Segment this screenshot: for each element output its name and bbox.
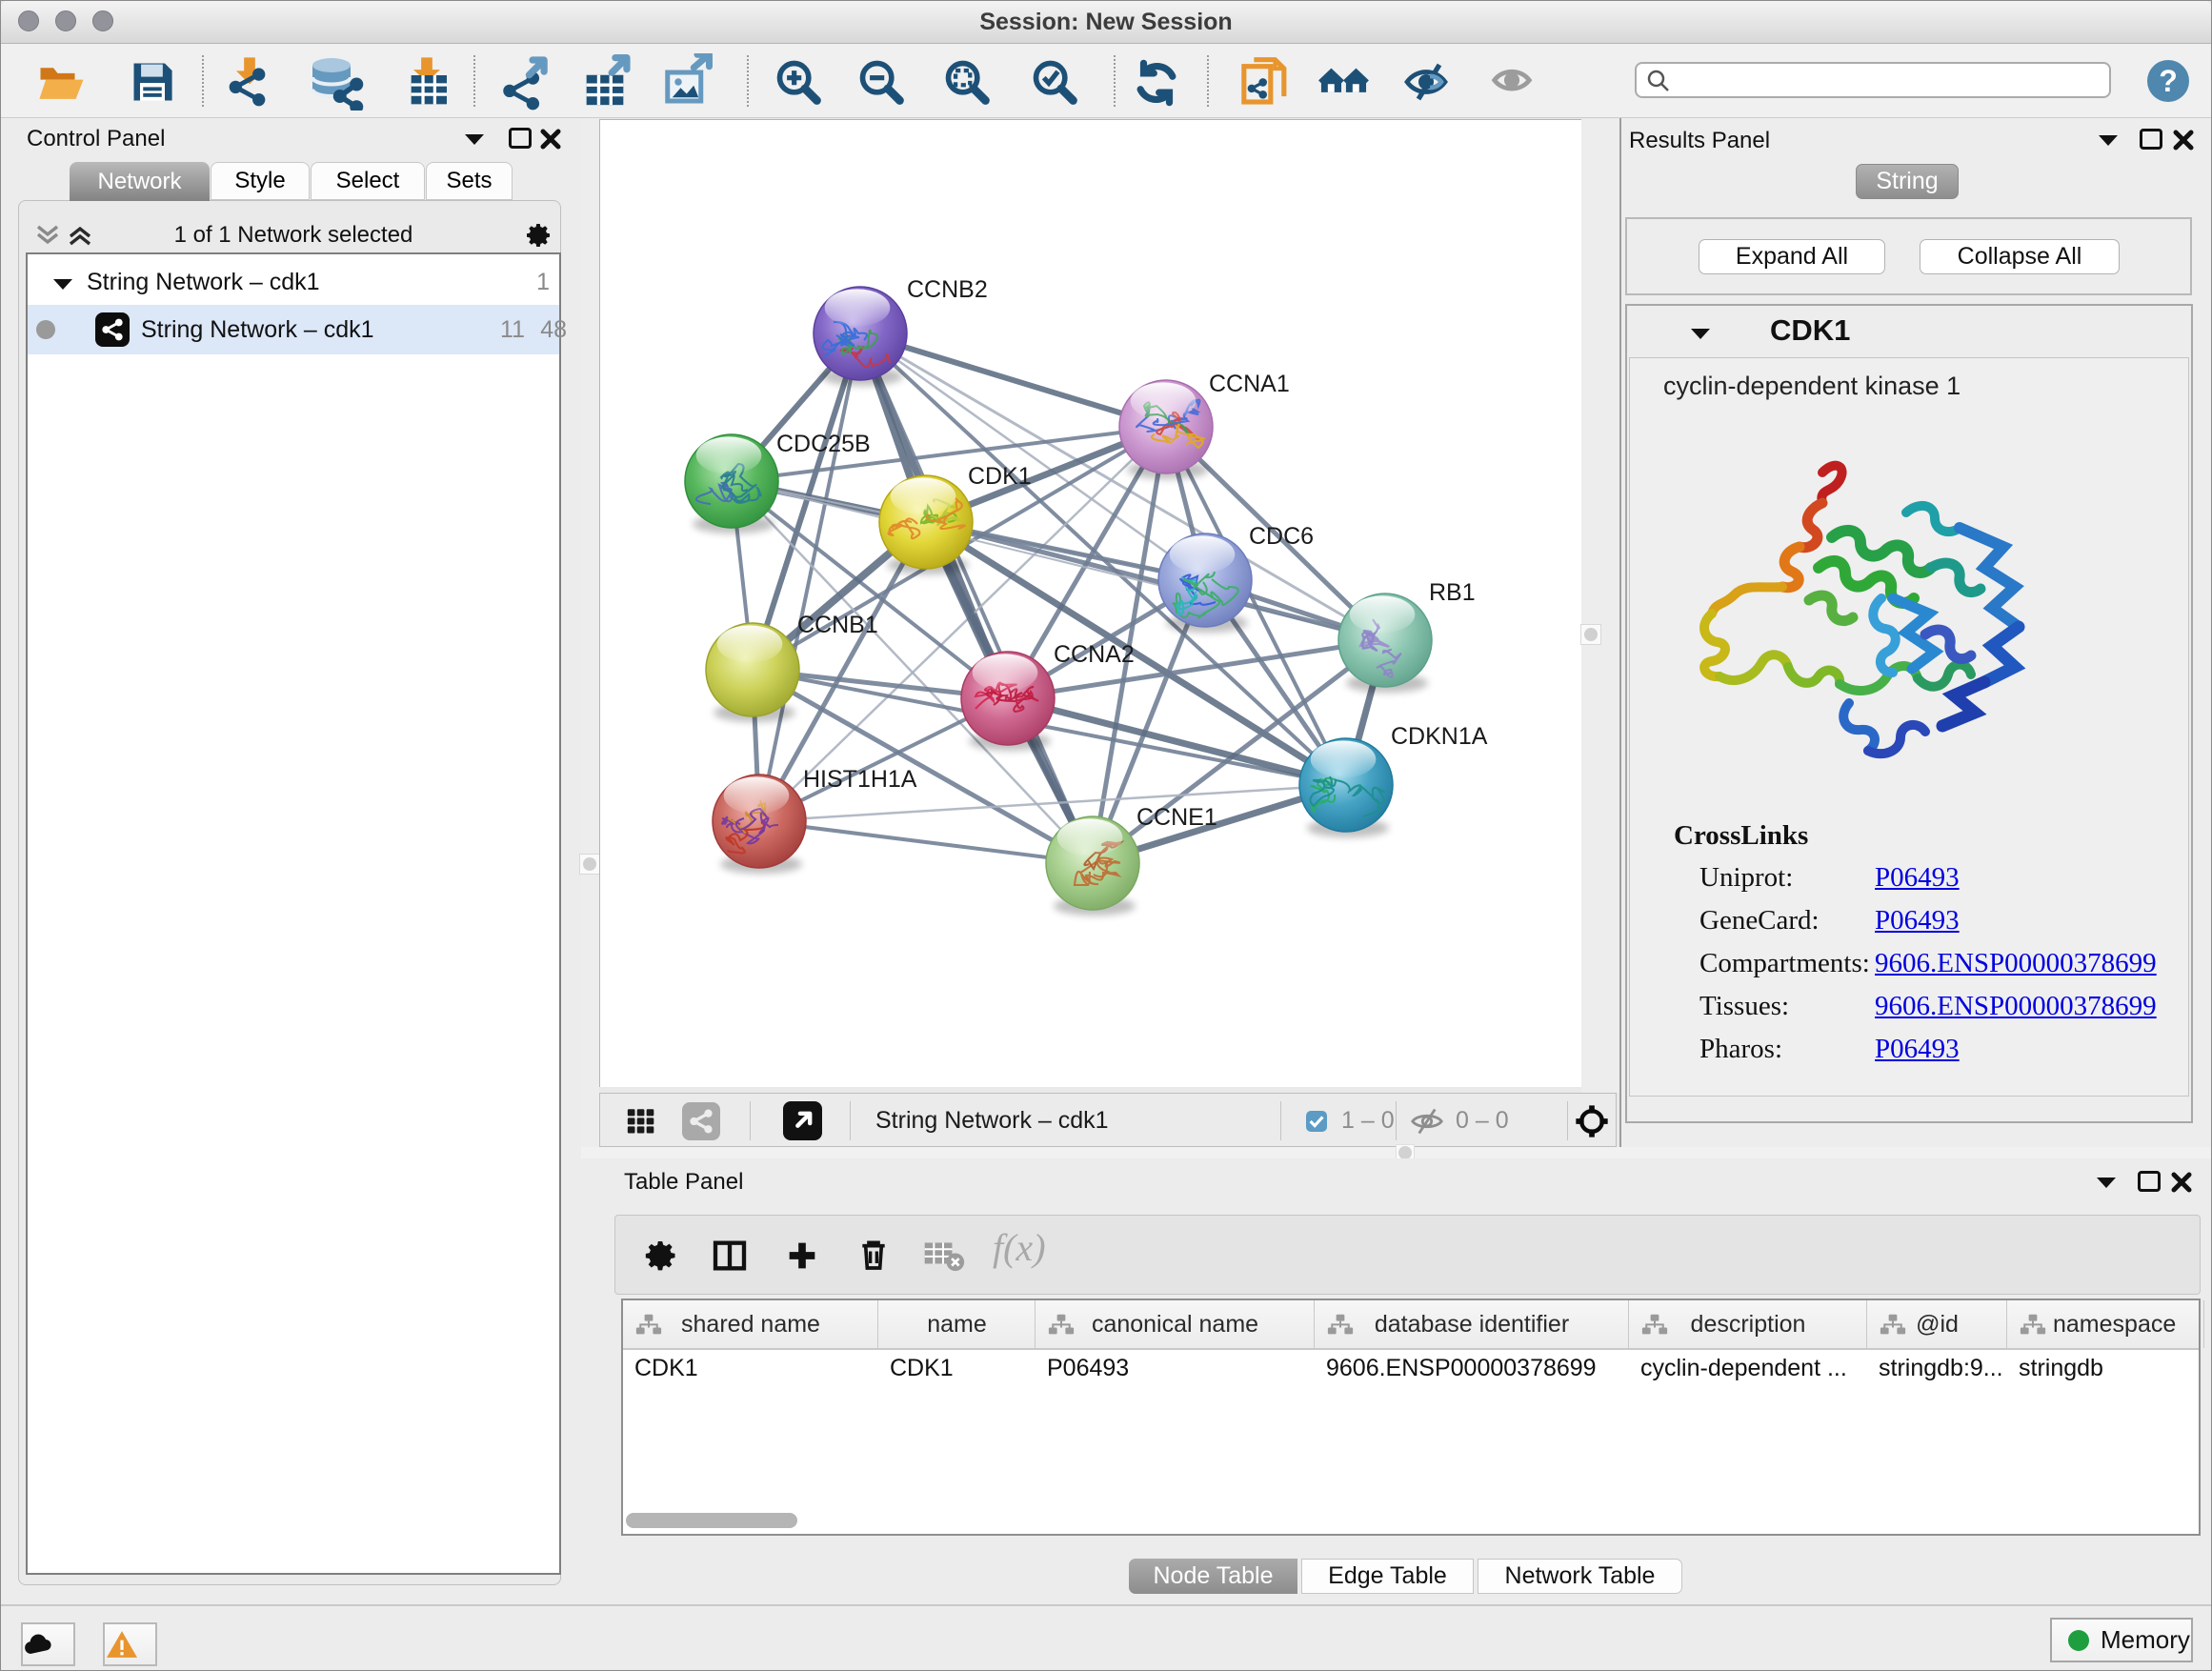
svg-text:CDC25B: CDC25B xyxy=(776,431,871,457)
svg-text:CDC6: CDC6 xyxy=(1249,523,1314,550)
svg-text:HIST1H1A: HIST1H1A xyxy=(803,766,917,793)
svg-text:CCNA2: CCNA2 xyxy=(1054,641,1135,668)
svg-text:CCNB2: CCNB2 xyxy=(907,276,988,303)
svg-text:CCNA1: CCNA1 xyxy=(1209,371,1290,397)
svg-text:CCNB1: CCNB1 xyxy=(797,612,878,638)
svg-text:CCNE1: CCNE1 xyxy=(1136,804,1217,831)
svg-text:CDKN1A: CDKN1A xyxy=(1391,723,1488,750)
svg-text:CDK1: CDK1 xyxy=(968,463,1032,490)
svg-text:RB1: RB1 xyxy=(1429,579,1476,606)
